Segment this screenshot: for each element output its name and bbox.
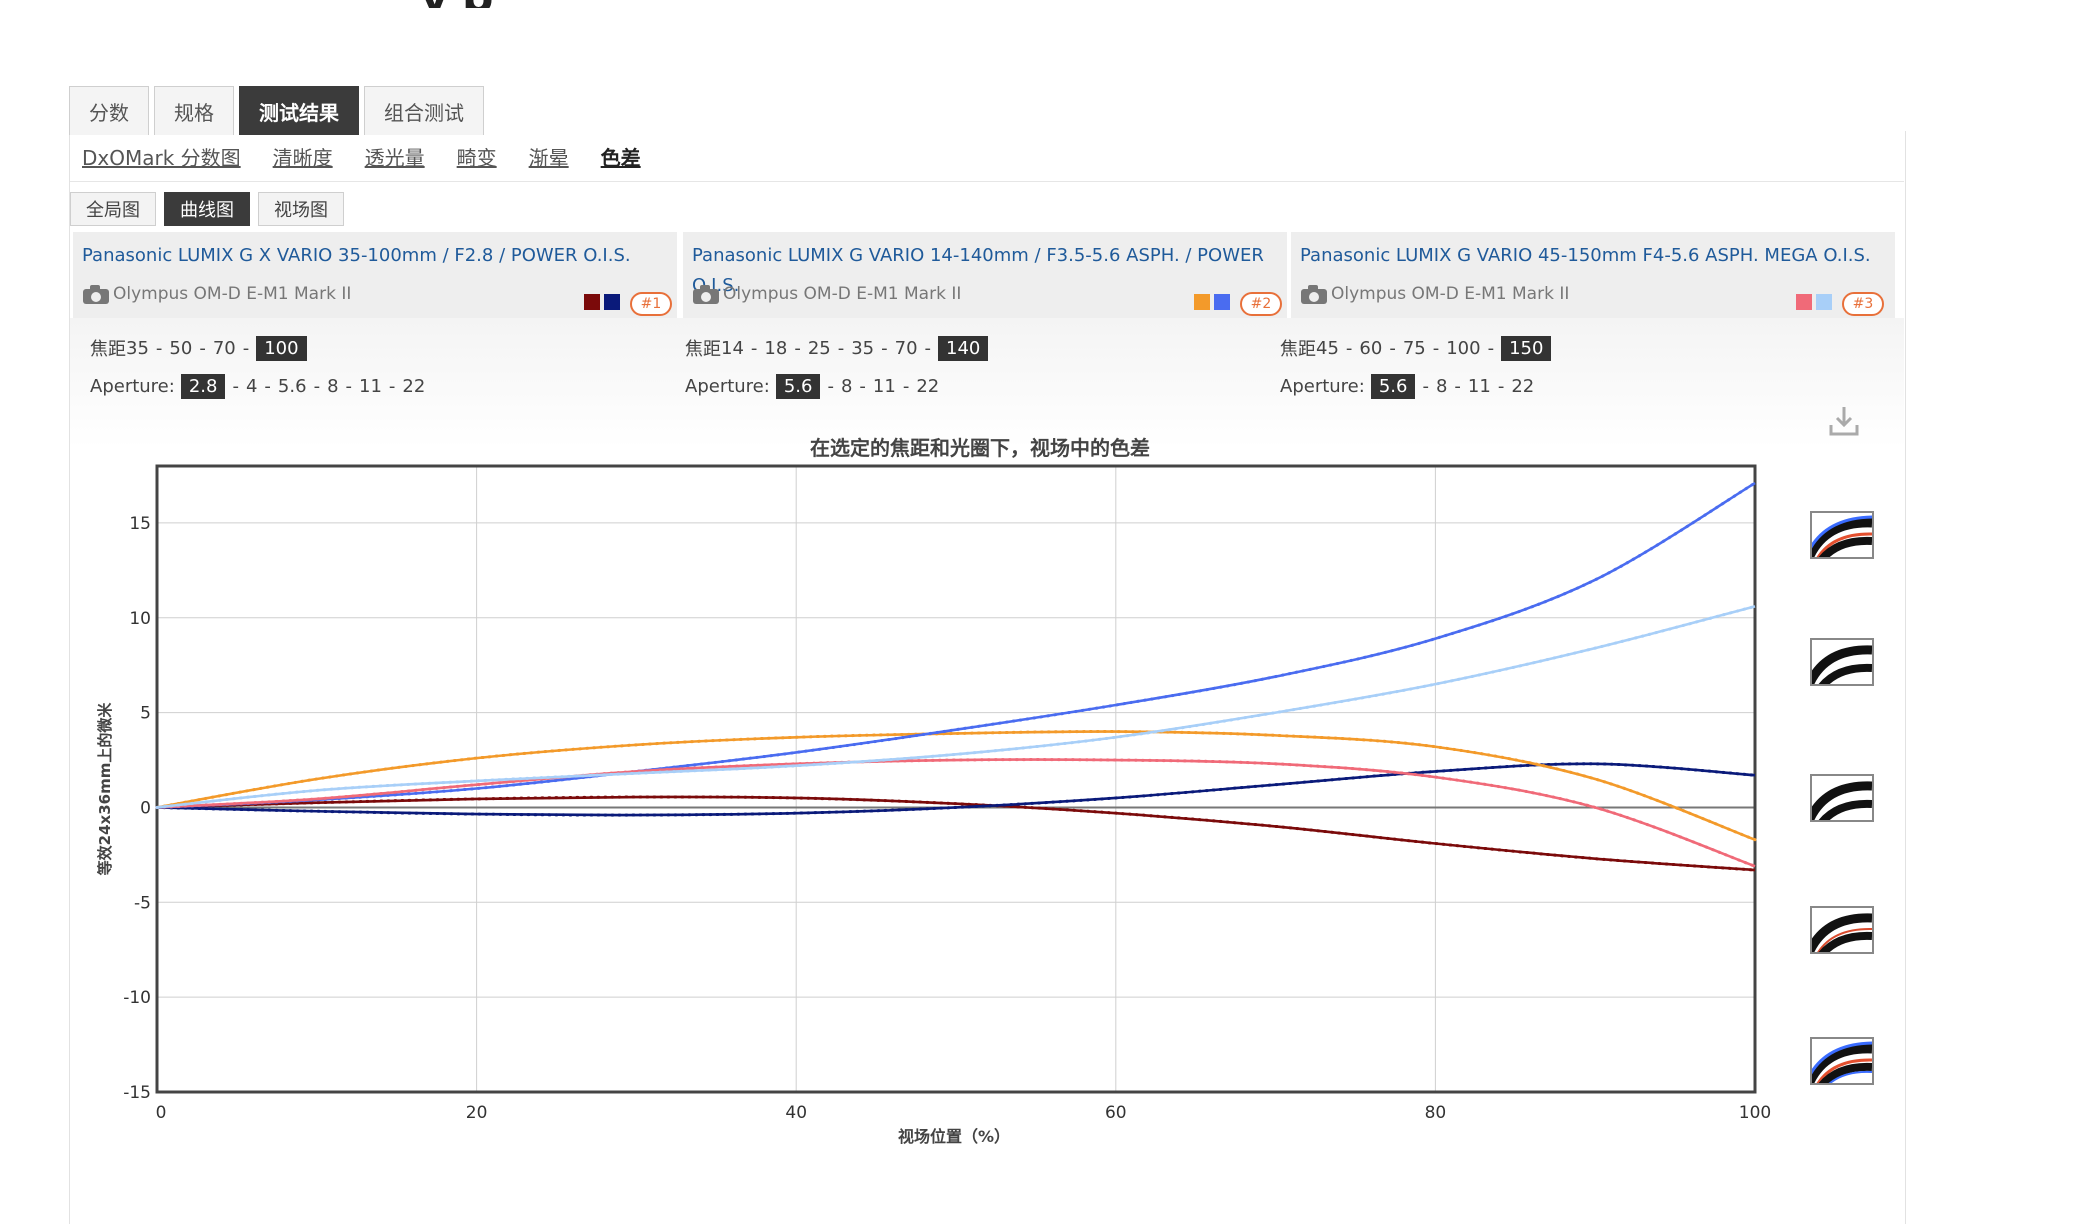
x-tick-label: 80 xyxy=(1425,1103,1447,1123)
field-thumbnail[interactable] xyxy=(1810,638,1874,686)
x-tick-label: 40 xyxy=(785,1103,807,1123)
x-tick-label: 60 xyxy=(1105,1103,1127,1123)
y-tick-label: -15 xyxy=(123,1083,151,1103)
y-tick-label: 10 xyxy=(129,609,151,629)
field-thumbnail[interactable] xyxy=(1810,511,1874,559)
y-tick-label: 5 xyxy=(140,704,151,724)
x-tick-label: 100 xyxy=(1739,1103,1771,1123)
y-tick-label: 15 xyxy=(129,514,151,534)
x-tick-label: 20 xyxy=(466,1103,488,1123)
x-axis-label: 视场位置（%） xyxy=(898,1127,1010,1146)
x-tick-label: 0 xyxy=(156,1103,167,1123)
field-thumbnail[interactable] xyxy=(1810,906,1874,954)
plot-frame xyxy=(155,464,1757,1094)
y-tick-label: -10 xyxy=(123,988,151,1008)
series-line-6 xyxy=(156,605,1756,809)
series-dots-6 xyxy=(155,604,1757,809)
y-tick-label: 0 xyxy=(140,798,151,818)
y-tick-label: -5 xyxy=(134,893,151,913)
chart-area: 0 20 40 60 80 100 -15 -10 -5 0 5 10 15 视场位置（%） 等效24x36… xyxy=(96,464,1771,1146)
field-thumbnail[interactable] xyxy=(1810,774,1874,822)
field-thumbnail[interactable] xyxy=(1810,1037,1874,1085)
y-axis-label: 等效24x36mm上的微米 xyxy=(96,702,114,876)
